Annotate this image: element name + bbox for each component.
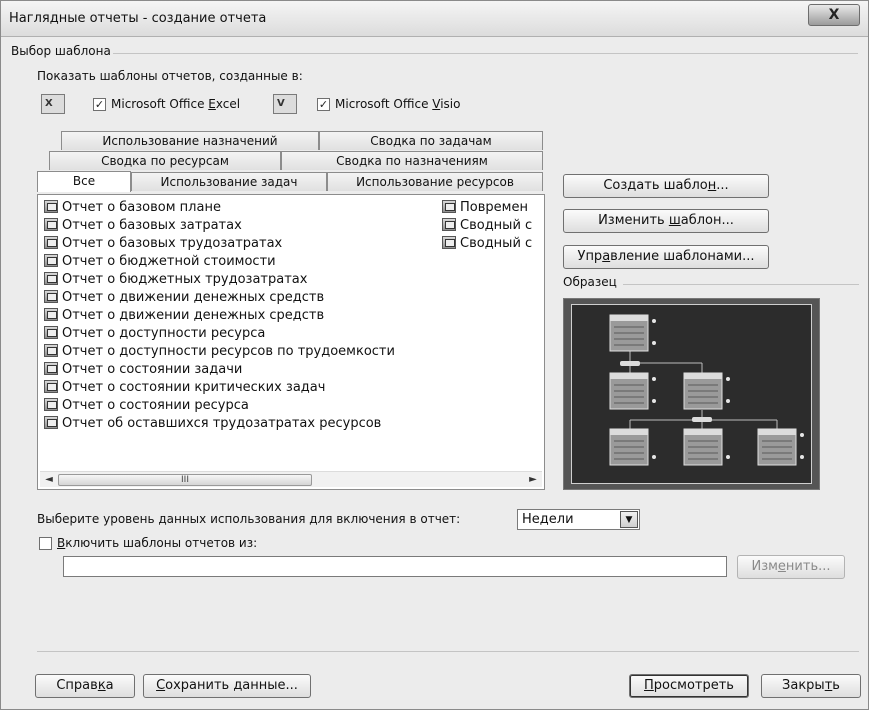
report-icon <box>44 380 58 393</box>
tab-task-usage[interactable]: Использование задач <box>131 172 327 191</box>
visio-checkbox[interactable]: ✓ <box>317 98 330 111</box>
list-item[interactable]: Отчет о базовом плане <box>44 199 221 217</box>
modify-path-button[interactable]: Изменить... <box>737 555 845 579</box>
report-icon <box>44 272 58 285</box>
list-item[interactable]: Отчет об оставшихся трудозатратах ресурс… <box>44 415 381 433</box>
report-icon <box>44 254 58 267</box>
excel-checkbox-label[interactable]: Microsoft Office Excel <box>111 97 240 111</box>
report-icon <box>44 344 58 357</box>
save-data-button[interactable]: Сохранить данные... <box>143 674 311 698</box>
list-item[interactable]: Отчет о доступности ресурсов по трудоемк… <box>44 343 395 361</box>
chevron-down-icon[interactable]: ▼ <box>620 511 638 528</box>
report-icon <box>44 236 58 249</box>
edit-template-button[interactable]: Изменить шаблон... <box>563 209 769 233</box>
list-item[interactable]: Отчет о движении денежных средств <box>44 307 324 325</box>
report-icon <box>44 218 58 231</box>
report-icon <box>44 362 58 375</box>
scroll-thumb[interactable]: III <box>58 474 312 486</box>
horizontal-scrollbar[interactable]: ◄ III ► <box>40 471 542 487</box>
excel-icon: X <box>41 94 65 114</box>
tab-assignment-usage[interactable]: Использование назначений <box>61 131 319 150</box>
report-icon <box>44 308 58 321</box>
excel-checkbox[interactable]: ✓ <box>93 98 106 111</box>
list-item[interactable]: Сводный с <box>442 217 532 235</box>
report-icon <box>442 236 456 249</box>
usage-level-value: Недели <box>522 512 574 527</box>
close-button[interactable]: Закрыть <box>761 674 861 698</box>
visio-icon: V <box>273 94 297 114</box>
list-item[interactable]: Повремен <box>442 199 528 217</box>
window-title: Наглядные отчеты - создание отчета <box>9 11 267 26</box>
tab-resource-summary[interactable]: Сводка по ресурсам <box>49 151 281 170</box>
scroll-right-icon[interactable]: ► <box>525 473 541 487</box>
tab-all[interactable]: Все <box>37 171 131 192</box>
list-item[interactable]: Сводный с <box>442 235 532 253</box>
usage-level-select[interactable]: Недели ▼ <box>517 509 640 530</box>
list-item[interactable]: Отчет о движении денежных средств <box>44 289 324 307</box>
tab-resource-usage[interactable]: Использование ресурсов <box>327 172 543 191</box>
tab-task-summary[interactable]: Сводка по задачам <box>319 131 543 150</box>
view-button[interactable]: Просмотреть <box>629 674 749 698</box>
sample-preview-image <box>571 304 812 484</box>
list-item[interactable]: Отчет о доступности ресурса <box>44 325 265 343</box>
list-item[interactable]: Отчет о базовых трудозатратах <box>44 235 282 253</box>
create-template-button[interactable]: Создать шаблон... <box>563 174 769 198</box>
templates-path-input[interactable] <box>63 556 727 577</box>
template-group-label: Выбор шаблона <box>11 44 111 58</box>
list-item[interactable]: Отчет о состоянии задачи <box>44 361 242 379</box>
list-item[interactable]: Отчет о бюджетной стоимости <box>44 253 276 271</box>
group-divider <box>113 53 858 54</box>
report-icon <box>44 200 58 213</box>
visio-checkbox-label[interactable]: Microsoft Office Visio <box>335 97 460 111</box>
show-templates-label: Показать шаблоны отчетов, созданные в: <box>37 69 303 83</box>
report-icon <box>44 326 58 339</box>
manage-templates-button[interactable]: Управление шаблонами... <box>563 245 769 269</box>
report-icon <box>44 398 58 411</box>
list-item[interactable]: Отчет о базовых затратах <box>44 217 242 235</box>
report-icon <box>44 290 58 303</box>
report-icon <box>442 218 456 231</box>
include-templates-checkbox[interactable] <box>39 537 52 550</box>
sample-divider <box>623 284 859 285</box>
report-icon <box>442 200 456 213</box>
tab-assignment-summary[interactable]: Сводка по назначениям <box>281 151 543 170</box>
list-item[interactable]: Отчет о состоянии ресурса <box>44 397 249 415</box>
report-icon <box>44 416 58 429</box>
usage-level-label: Выберите уровень данных использования дл… <box>37 512 461 526</box>
list-item[interactable]: Отчет о состоянии критических задач <box>44 379 325 397</box>
sample-label: Образец <box>563 275 617 289</box>
scroll-left-icon[interactable]: ◄ <box>41 473 57 487</box>
help-button[interactable]: Справка <box>35 674 135 698</box>
list-item[interactable]: Отчет о бюджетных трудозатратах <box>44 271 307 289</box>
pivot-diagram-icon <box>609 314 804 466</box>
sample-preview <box>563 298 820 490</box>
footer-divider <box>37 651 859 652</box>
title-bar: Наглядные отчеты - создание отчета X <box>1 1 868 37</box>
dialog-window: Наглядные отчеты - создание отчета X Выб… <box>0 0 869 710</box>
include-templates-label[interactable]: Включить шаблоны отчетов из: <box>57 536 257 550</box>
close-window-button[interactable]: X <box>808 4 860 26</box>
report-list[interactable]: Отчет о базовом плане Отчет о базовых за… <box>37 194 545 490</box>
